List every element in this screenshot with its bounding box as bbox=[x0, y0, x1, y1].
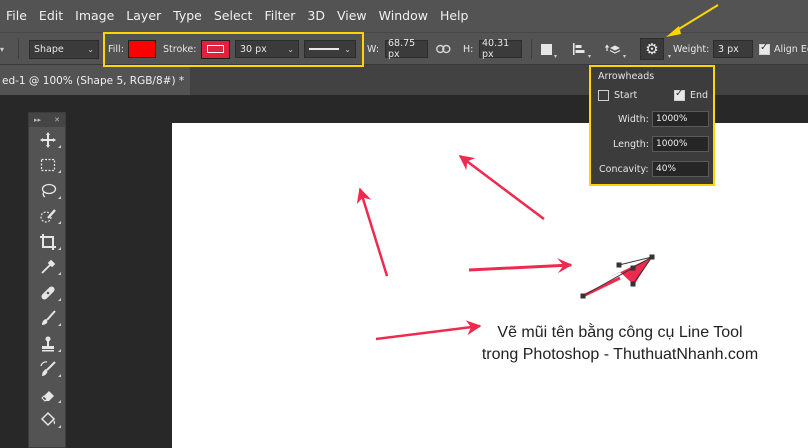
selected-arrow-shape[interactable] bbox=[580, 254, 655, 299]
start-label: Start bbox=[614, 90, 638, 101]
clone-stamp-tool[interactable] bbox=[29, 331, 67, 357]
healing-brush-icon bbox=[41, 286, 55, 300]
concavity-value: 40% bbox=[656, 164, 677, 174]
arrow-shape[interactable] bbox=[356, 187, 389, 277]
crop-icon bbox=[40, 233, 56, 250]
end-checkbox[interactable] bbox=[674, 88, 685, 101]
lasso-tool[interactable] bbox=[29, 178, 67, 204]
marquee-icon bbox=[40, 159, 56, 172]
arrow-width-label: Width: bbox=[618, 114, 649, 125]
tools-panel-header[interactable]: ▸▸ ✕ bbox=[29, 113, 65, 127]
caption-line-2: trong Photoshop - ThuthuatNhanh.com bbox=[481, 346, 759, 363]
arrow-length-label: Length: bbox=[613, 139, 649, 150]
arrow-width-value: 1000% bbox=[656, 114, 688, 124]
arrow-length-value: 1000% bbox=[656, 139, 688, 149]
concavity-input[interactable]: 40% bbox=[652, 161, 709, 177]
paint-bucket-tool[interactable] bbox=[29, 408, 67, 434]
crop-tool[interactable] bbox=[29, 229, 67, 255]
annotation-pointer-arrow bbox=[666, 4, 719, 37]
close-icon[interactable]: ✕ bbox=[54, 116, 60, 124]
marquee-tool[interactable] bbox=[29, 153, 67, 179]
paint-bucket-icon bbox=[40, 412, 56, 427]
arrow-shape[interactable] bbox=[458, 155, 545, 220]
lasso-icon bbox=[41, 183, 57, 198]
eraser-icon bbox=[41, 390, 54, 402]
caption-line-1: Vẽ mũi tên bằng công cụ Line Tool bbox=[497, 324, 743, 341]
expand-icon[interactable]: ▸▸ bbox=[34, 116, 41, 124]
concavity-label: Concavity: bbox=[599, 164, 649, 175]
eyedropper-tool[interactable] bbox=[29, 255, 67, 281]
start-checkbox[interactable] bbox=[598, 90, 609, 101]
brush-tool[interactable] bbox=[29, 306, 67, 332]
clone-stamp-icon bbox=[42, 336, 54, 352]
arrow-length-input[interactable]: 1000% bbox=[652, 136, 709, 152]
quick-select-icon bbox=[40, 209, 56, 223]
arrowheads-title: Arrowheads bbox=[598, 71, 655, 82]
healing-brush-tool[interactable] bbox=[29, 280, 67, 306]
brush-icon bbox=[42, 310, 56, 326]
arrowheads-panel: Arrowheads Start End Width: 1000% Length… bbox=[589, 65, 715, 186]
move-tool[interactable] bbox=[29, 127, 67, 153]
quick-select-tool[interactable] bbox=[29, 204, 67, 230]
move-icon bbox=[40, 131, 56, 148]
tools-panel: ▸▸ ✕ bbox=[28, 112, 66, 448]
eyedropper-icon bbox=[41, 259, 56, 274]
eraser-tool[interactable] bbox=[29, 382, 67, 408]
arrow-shape[interactable] bbox=[468, 258, 573, 274]
arrow-width-input[interactable]: 1000% bbox=[652, 111, 709, 127]
history-brush-icon bbox=[40, 361, 56, 377]
end-label: End bbox=[690, 90, 709, 101]
canvas-caption: Vẽ mũi tên bằng công cụ Line Tool trong … bbox=[460, 322, 780, 366]
history-brush-tool[interactable] bbox=[29, 357, 67, 383]
